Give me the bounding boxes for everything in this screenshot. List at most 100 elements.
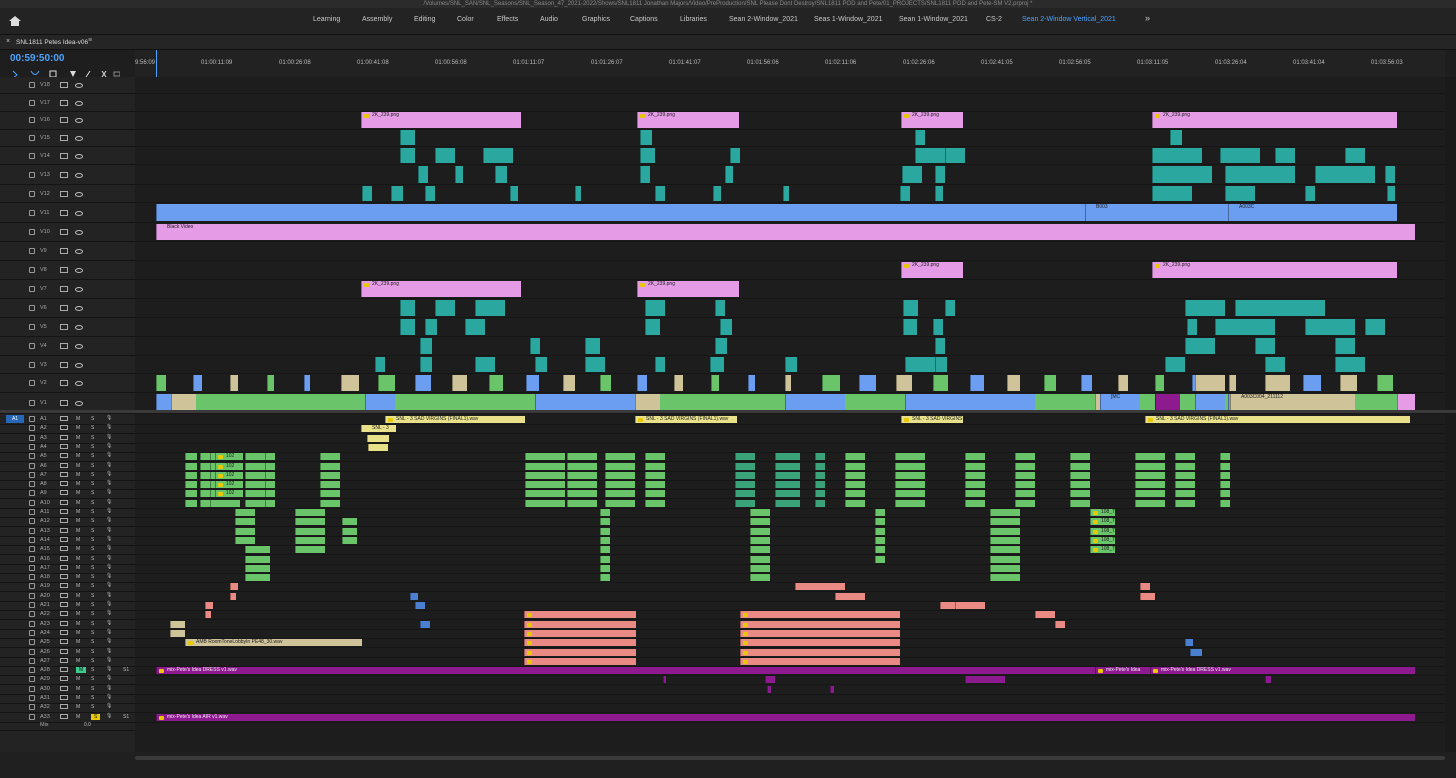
mute-button[interactable]: M: [76, 500, 80, 506]
audio-clip[interactable]: [965, 481, 985, 488]
workspace-tab-sean2[interactable]: Sean 2-Window_2021: [729, 16, 798, 23]
video-clip[interactable]: [495, 166, 507, 183]
sfx-clip[interactable]: [1190, 649, 1202, 656]
mute-button[interactable]: M: [76, 630, 80, 636]
vertical-scrollbar[interactable]: [1445, 77, 1456, 757]
workspace-tab-sean1[interactable]: Sean 1-Window_2021: [899, 16, 968, 23]
workspace-tab-seas1[interactable]: Seas 1-Window_2021: [814, 16, 883, 23]
audio-clip[interactable]: [210, 500, 240, 507]
video-clip[interactable]: [903, 319, 917, 335]
eye-icon[interactable]: [75, 210, 83, 216]
sfx-clip[interactable]: [835, 593, 865, 600]
video-clip[interactable]: [822, 375, 840, 391]
sync-lock-icon[interactable]: [60, 444, 68, 449]
mic-icon[interactable]: 🎙: [106, 517, 112, 523]
video-clip[interactable]: [915, 148, 945, 163]
mic-icon[interactable]: 🎙: [106, 675, 112, 681]
solo-button[interactable]: S: [91, 602, 94, 608]
mute-button[interactable]: M: [76, 574, 80, 580]
audio-clip[interactable]: [1070, 463, 1090, 470]
lock-icon[interactable]: [29, 481, 35, 487]
video-clip[interactable]: [859, 375, 876, 391]
sfx-clip[interactable]: [420, 621, 430, 628]
workspace-tab-sean2-vertical[interactable]: Sean 2-Window Vertical_2021: [1022, 16, 1116, 23]
video-clip[interactable]: [341, 375, 359, 391]
sync-lock-icon[interactable]: [60, 134, 68, 141]
audio-clip[interactable]: [1135, 453, 1165, 460]
music-clip[interactable]: SNL - 3 SAD VIRGINS (FINAL1).wav: [901, 416, 963, 423]
mute-button[interactable]: M: [76, 556, 80, 562]
video-clip[interactable]: [715, 338, 727, 354]
lock-icon[interactable]: [29, 444, 35, 450]
lock-icon[interactable]: [29, 82, 35, 88]
mic-icon[interactable]: 🎙: [106, 620, 112, 626]
video-clip[interactable]: [915, 130, 925, 145]
eye-icon[interactable]: [75, 249, 83, 254]
video-clip[interactable]: [905, 357, 935, 372]
video-clip[interactable]: [783, 186, 789, 201]
solo-button[interactable]: S: [91, 528, 94, 534]
video-clip[interactable]: [1195, 375, 1225, 391]
audio-clip[interactable]: [185, 463, 197, 470]
sync-lock-icon[interactable]: [60, 481, 68, 486]
sync-lock-icon[interactable]: [60, 453, 68, 458]
sync-lock-icon[interactable]: [60, 171, 68, 178]
solo-button[interactable]: S: [91, 509, 94, 515]
crowd-clip[interactable]: [524, 630, 636, 637]
mute-button[interactable]: M: [76, 565, 80, 571]
crowd-clip[interactable]: [740, 658, 900, 665]
solo-button[interactable]: S: [91, 453, 94, 459]
solo-button[interactable]: S: [91, 546, 94, 552]
sfx-clip[interactable]: [955, 602, 985, 609]
mute-button[interactable]: M: [76, 695, 80, 701]
sfx-clip[interactable]: [410, 593, 418, 600]
video-audio-divider[interactable]: [0, 410, 1456, 413]
sfx-clip[interactable]: [1185, 639, 1193, 646]
solo-button[interactable]: S: [91, 658, 94, 664]
lock-icon[interactable]: [29, 490, 35, 496]
sync-lock-icon[interactable]: [60, 630, 68, 635]
track-header-v13[interactable]: V13: [0, 165, 135, 185]
solo-button[interactable]: S: [91, 611, 94, 617]
ambience-clip[interactable]: AMB RoomToneLobbyIn PE48_30.wav: [185, 639, 362, 646]
crowd-clip[interactable]: [740, 621, 900, 628]
sync-lock-icon[interactable]: [60, 704, 68, 709]
audio-clip[interactable]: [200, 453, 210, 460]
video-clip[interactable]: [391, 186, 403, 201]
sync-lock-icon[interactable]: [60, 117, 68, 123]
audio-clip[interactable]: [965, 472, 985, 479]
lock-icon[interactable]: [29, 528, 35, 534]
audio-clip[interactable]: [990, 509, 1020, 516]
solo-button[interactable]: S: [91, 695, 94, 701]
solo-button[interactable]: S: [91, 435, 94, 441]
ambience-clip[interactable]: [170, 630, 185, 637]
eye-icon[interactable]: [75, 325, 83, 330]
track-header-v7[interactable]: V7: [0, 280, 135, 299]
crowd-clip[interactable]: [740, 639, 900, 646]
graphic-clip[interactable]: 2K_239.png: [1152, 112, 1397, 128]
track-header-a5[interactable]: A5 M S 🎙: [0, 452, 135, 462]
audio-clip[interactable]: 102: [215, 472, 243, 479]
mix-clip[interactable]: [830, 686, 834, 693]
track-header-v6[interactable]: V6: [0, 299, 135, 318]
lock-icon[interactable]: [29, 565, 35, 571]
audio-clip[interactable]: [815, 463, 825, 470]
video-clip[interactable]: A003C: [1228, 204, 1278, 221]
solo-button[interactable]: S: [91, 481, 94, 487]
lock-icon[interactable]: [29, 267, 35, 273]
lock-icon[interactable]: [29, 714, 35, 720]
solo-button[interactable]: S: [91, 583, 94, 589]
audio-clip[interactable]: [875, 509, 885, 516]
lock-icon[interactable]: [29, 695, 35, 701]
video-clip[interactable]: [1187, 319, 1197, 335]
sfx-clip[interactable]: [230, 593, 236, 600]
video-clip[interactable]: [713, 186, 721, 201]
sync-lock-icon[interactable]: [60, 565, 68, 570]
audio-clip[interactable]: [775, 453, 800, 460]
sync-lock-icon[interactable]: [60, 361, 68, 368]
video-clip[interactable]: [1385, 166, 1395, 183]
mute-button[interactable]: M: [76, 472, 80, 478]
video-clip[interactable]: [637, 375, 647, 391]
audio-clip[interactable]: [1070, 490, 1090, 497]
lock-icon[interactable]: [29, 611, 35, 617]
